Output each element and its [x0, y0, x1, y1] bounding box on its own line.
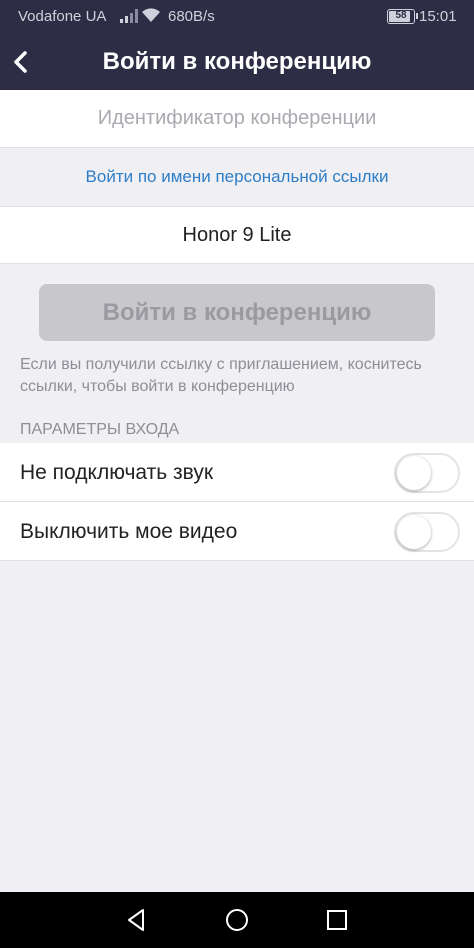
signal-icon [120, 9, 138, 23]
display-name-input[interactable] [0, 207, 474, 263]
app-bar: Войти в конференцию [0, 34, 474, 90]
toggle-knob [397, 515, 431, 549]
join-options-header: ПАРАМЕТРЫ ВХОДА [20, 421, 180, 438]
status-bar: Vodafone UA 680B/s 58 15:01 [0, 0, 474, 34]
join-meeting-button[interactable]: Войти в конференцию [39, 284, 435, 341]
battery-level: 58 [395, 10, 407, 21]
option-video-off: Выключить мое видео [0, 502, 474, 561]
join-hint: Если вы получили ссылку с приглашением, … [20, 356, 422, 395]
battery-icon: 58 [387, 9, 418, 24]
page-title: Войти в конференцию [102, 48, 372, 75]
nav-back-icon[interactable] [123, 906, 151, 934]
system-nav-bar [0, 892, 474, 948]
clock: 15:01 [419, 8, 457, 25]
wifi-icon [142, 8, 160, 22]
meeting-id-input[interactable] [0, 90, 474, 147]
option-no-audio-label: Не подключать звук [20, 461, 214, 484]
nav-home-icon[interactable] [223, 906, 251, 934]
no-audio-toggle[interactable] [394, 453, 460, 493]
carrier-name: Vodafone UA [18, 8, 107, 25]
personal-link-row: Войти по имени персональной ссылки [0, 148, 474, 206]
toggle-knob [397, 456, 431, 490]
video-off-toggle[interactable] [394, 512, 460, 552]
name-row [0, 206, 474, 264]
nav-recent-apps-icon[interactable] [323, 906, 351, 934]
network-speed: 680B/s [168, 8, 215, 25]
option-video-off-label: Выключить мое видео [20, 520, 238, 543]
option-no-audio: Не подключать звук [0, 443, 474, 502]
meeting-id-row [0, 90, 474, 148]
personal-link-button[interactable]: Войти по имени персональной ссылки [86, 167, 389, 187]
